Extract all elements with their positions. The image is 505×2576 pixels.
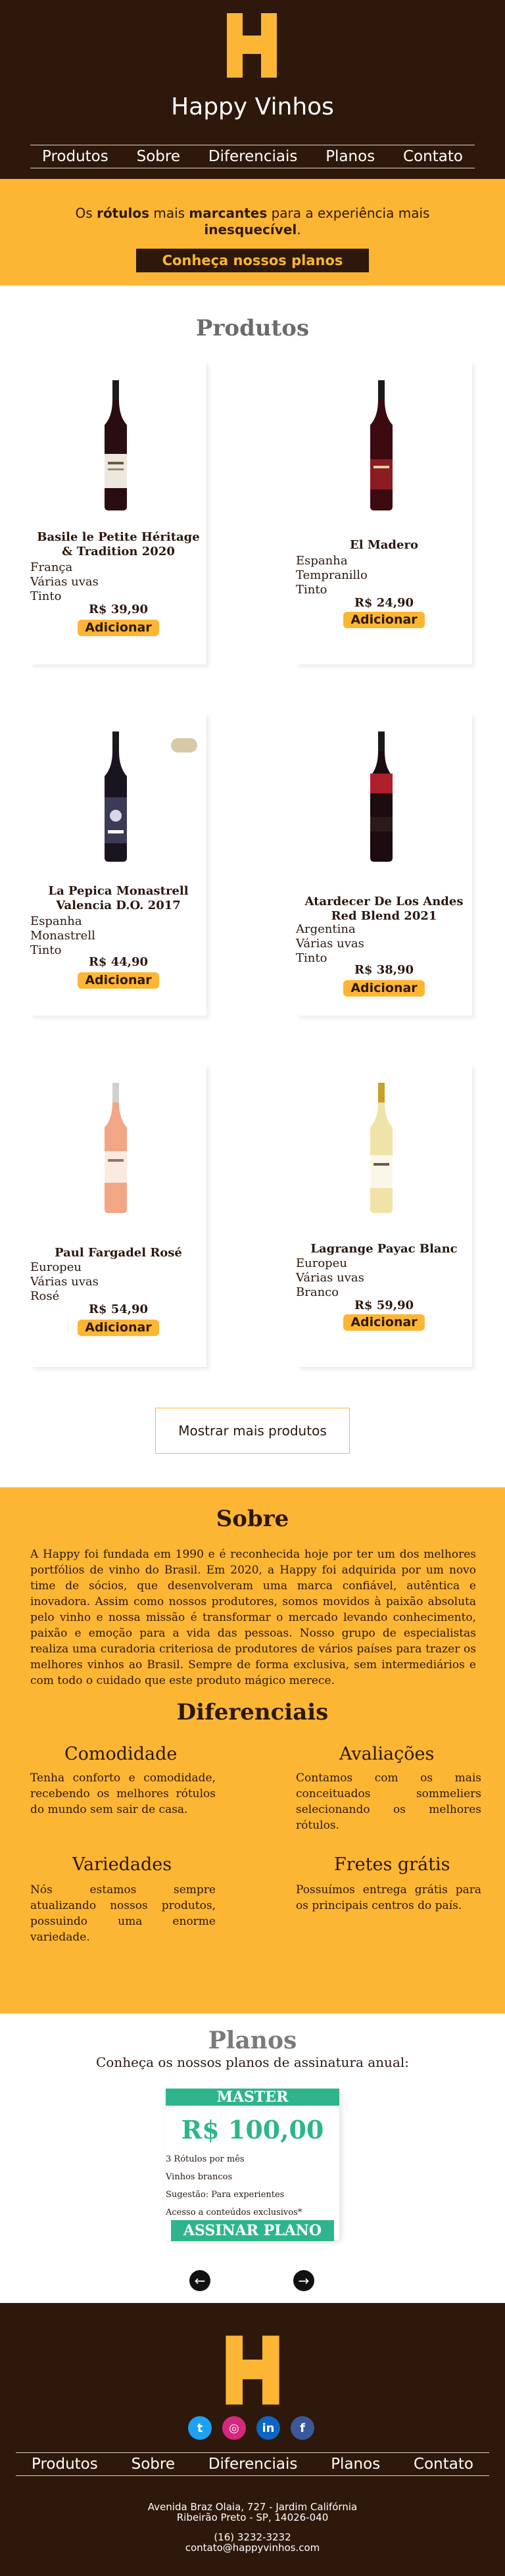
subscribe-plan-button[interactable]: ASSINAR PLANO [171, 2220, 334, 2241]
instagram-icon[interactable]: ◎ [222, 2416, 246, 2440]
product-price: R$ 24,90 [354, 596, 414, 610]
footer-nav-contato[interactable]: Contato [414, 2456, 473, 2473]
facebook-icon[interactable]: f [291, 2416, 314, 2440]
product-attributes: França Várias uvas Tinto [30, 560, 99, 603]
award-badge [171, 738, 197, 753]
product-price: R$ 59,90 [354, 1299, 414, 1312]
feature-text: Possuímos entrega grátis para os princip… [296, 1883, 481, 1912]
product-card: Atardecer De Los Andes Red Blend 2021 Ar… [296, 713, 472, 1016]
footer-nav: Produtos Sobre Diferenciais Planos Conta… [16, 2452, 489, 2476]
nav-sobre[interactable]: Sobre [137, 148, 180, 165]
wine-bottle-image [370, 731, 393, 862]
product-attributes: Espanha Tempranillo Tinto [296, 554, 368, 597]
feature-title: Comodidade [64, 1744, 178, 1764]
brand-name: Happy Vinhos [171, 93, 334, 120]
add-to-cart-button[interactable]: Adicionar [78, 620, 159, 636]
plan-feature: 3 Rótulos por mês [166, 2154, 245, 2164]
happy-vinhos-logo[interactable] [222, 2333, 283, 2407]
nav-planos[interactable]: Planos [325, 148, 375, 165]
footer-nav-produtos[interactable]: Produtos [32, 2456, 98, 2473]
product-name: Lagrange Payac Blanc [310, 1242, 458, 1256]
differentials-title: Diferenciais [176, 1699, 329, 1725]
plan-feature: Sugestão: Para experientes [166, 2190, 285, 2200]
product-name: Atardecer De Los Andes Red Blend 2021 [304, 895, 464, 923]
happy-vinhos-logo[interactable] [223, 12, 281, 79]
product-attributes: Europeu Várias uvas Branco [296, 1256, 364, 1299]
show-more-products-button[interactable]: Mostrar mais produtos [155, 1408, 350, 1454]
twitter-icon[interactable]: t [188, 2416, 212, 2440]
about-section: Sobre A Happy foi fundada em 1990 e é re… [0, 1487, 505, 2014]
add-to-cart-button[interactable]: Adicionar [343, 612, 425, 628]
wine-bottle-image [105, 731, 127, 862]
about-title: Sobre [216, 1506, 289, 1532]
product-price: R$ 39,90 [88, 603, 149, 616]
product-name: El Madero [350, 538, 418, 552]
product-card: El Madero Espanha Tempranillo Tinto R$ 2… [296, 362, 472, 664]
feature-title: Variedades [72, 1854, 172, 1875]
site-header: Happy Vinhos Produtos Sobre Diferenciais… [0, 0, 505, 179]
arrow-left-icon[interactable]: ← [189, 2270, 210, 2291]
wine-bottle-image [105, 1083, 127, 1213]
product-attributes: Argentina Várias uvas Tinto [296, 922, 364, 965]
footer-nav-planos[interactable]: Planos [331, 2456, 380, 2473]
nav-contato[interactable]: Contato [403, 148, 463, 165]
plans-subtitle: Conheça os nossos planos de assinatura a… [95, 2054, 409, 2070]
feature-title: Avaliações [339, 1744, 435, 1764]
product-card: Lagrange Payac Blanc Europeu Várias uvas… [296, 1064, 472, 1367]
product-card: Paul Fargadel Rosé Europeu Várias uvas R… [30, 1064, 206, 1367]
product-name: La Pepica Monastrell Valencia D.O. 2017 [48, 884, 189, 912]
wine-bottle-image [370, 1083, 393, 1213]
arrow-right-icon[interactable]: → [293, 2270, 314, 2291]
site-footer: t ◎ in f Produtos Sobre Diferenciais Pla… [0, 2303, 505, 2576]
product-price: R$ 44,90 [88, 955, 149, 969]
about-text: A Happy foi fundada em 1990 e é reconhec… [30, 1548, 476, 1687]
add-to-cart-button[interactable]: Adicionar [78, 1320, 159, 1336]
product-attributes: Europeu Várias uvas Rosé [30, 1260, 99, 1303]
product-attributes: Espanha Monastrell Tinto [30, 914, 95, 957]
linkedin-icon[interactable]: in [256, 2416, 280, 2440]
footer-email[interactable]: contato@happyvinhos.com [0, 2542, 505, 2554]
plan-card: MASTER R$ 100,00 3 Rótulos por mês Vinho… [166, 2089, 339, 2241]
nav-diferenciais[interactable]: Diferenciais [208, 148, 298, 165]
nav-produtos[interactable]: Produtos [42, 148, 108, 165]
add-to-cart-button[interactable]: Adicionar [78, 972, 159, 989]
plan-price: R$ 100,00 [181, 2115, 324, 2144]
plan-name: MASTER [166, 2089, 339, 2106]
plans-cta-button[interactable]: Conheça nossos planos [136, 249, 369, 272]
wine-bottle-image [370, 380, 393, 510]
feature-text: Contamos com os mais conceituados sommel… [296, 1771, 481, 1832]
feature-text: Nós estamos sempre atualizando nossos pr… [30, 1883, 216, 1944]
plans-section: Planos Conheça os nossos planos de assin… [0, 2014, 505, 2303]
footer-nav-diferenciais[interactable]: Diferenciais [208, 2456, 298, 2473]
product-name: Paul Fargadel Rosé [55, 1246, 182, 1260]
wine-bottle-image [105, 380, 127, 510]
add-to-cart-button[interactable]: Adicionar [343, 1314, 425, 1331]
products-section: Produtos Basile le Petite Héritage & Tra… [0, 285, 505, 1487]
plans-title: Planos [208, 2027, 297, 2054]
feature-title: Fretes grátis [334, 1854, 450, 1875]
plan-features: 3 Rótulos por mês Vinhos brancos Sugestã… [166, 2150, 302, 2221]
main-nav: Produtos Sobre Diferenciais Planos Conta… [30, 145, 475, 168]
feature-text: Tenha conforto e comodidade, recebendo o… [30, 1771, 216, 1816]
promo-banner: Os rótulos mais marcantes para a experiê… [0, 179, 505, 285]
footer-address-line2: Ribeirão Preto - SP, 14026-040 [176, 2512, 329, 2523]
product-name: Basile le Petite Héritage & Tradition 20… [37, 530, 200, 558]
products-title: Produtos [195, 315, 310, 341]
plan-feature: Vinhos brancos [166, 2172, 233, 2182]
plan-feature: Acesso a conteúdos exclusivos* [166, 2208, 302, 2217]
product-card: Basile le Petite Héritage & Tradition 20… [30, 362, 206, 664]
product-price: R$ 54,90 [88, 1302, 149, 1316]
product-card: La Pepica Monastrell Valencia D.O. 2017 … [30, 713, 206, 1016]
footer-nav-sobre[interactable]: Sobre [132, 2456, 175, 2473]
product-price: R$ 38,90 [354, 963, 414, 977]
add-to-cart-button[interactable]: Adicionar [343, 980, 425, 997]
promo-text: Os rótulos mais marcantes para a experiê… [75, 205, 430, 237]
